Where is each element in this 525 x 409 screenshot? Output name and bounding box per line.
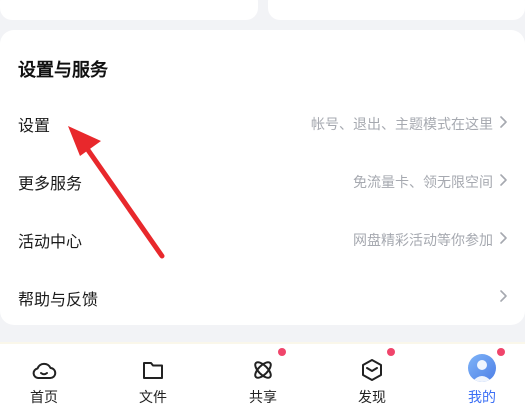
annotation-arrow [68,126,165,259]
